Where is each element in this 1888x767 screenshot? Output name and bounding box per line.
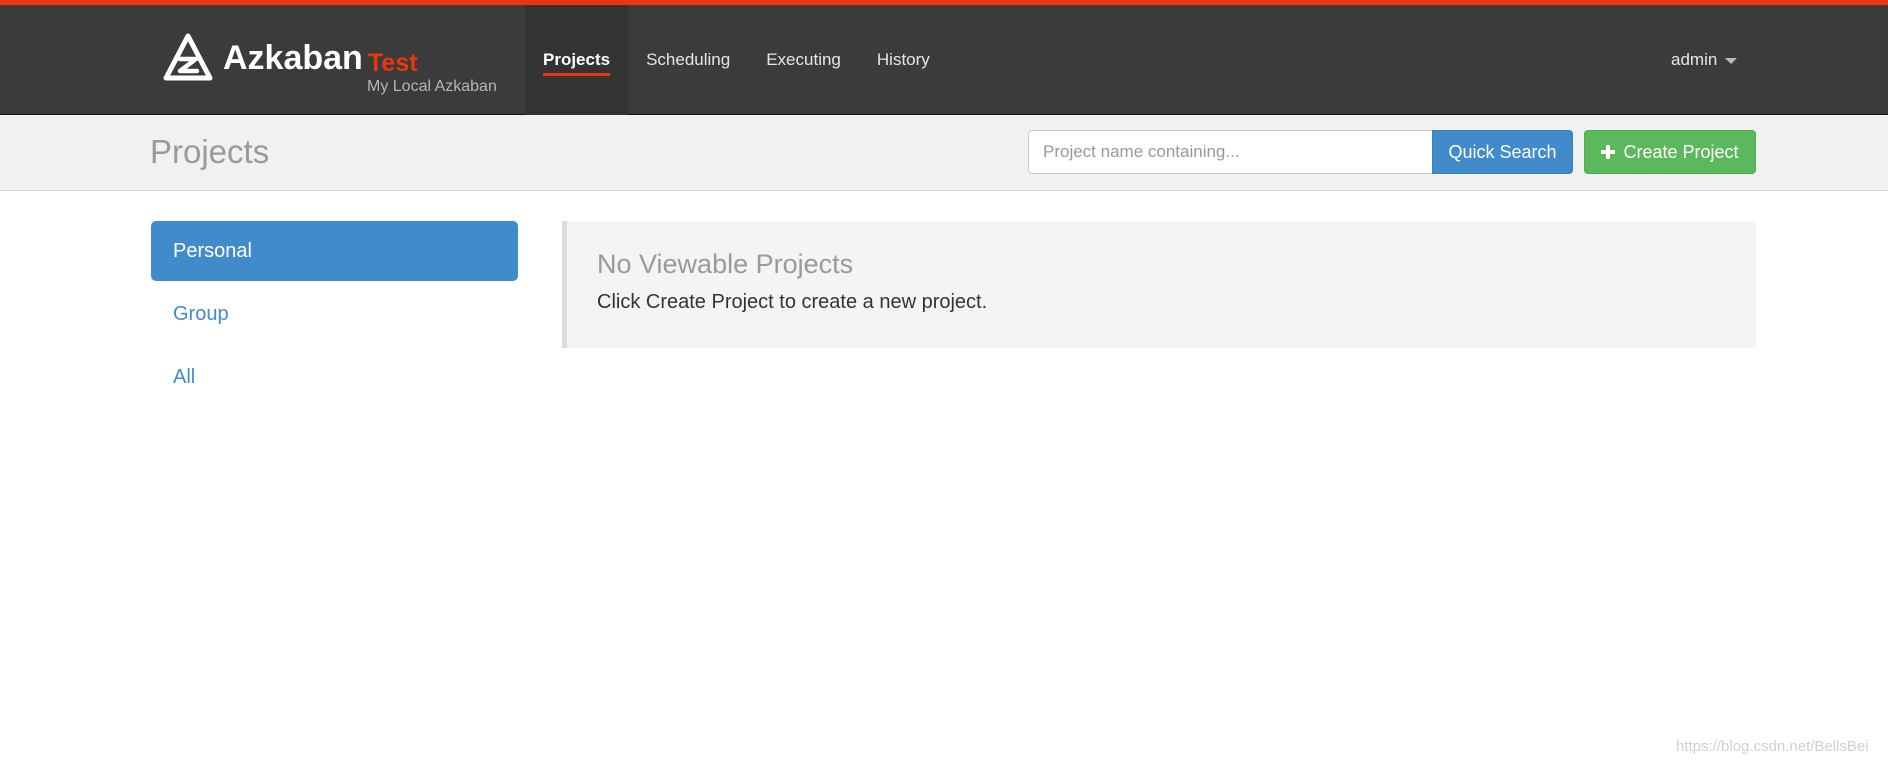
plus-icon <box>1601 145 1616 159</box>
brand-subtitle: My Local Azkaban <box>367 78 497 95</box>
brand-name: Azkaban <box>223 39 363 77</box>
empty-message: Click Create Project to create a new pro… <box>597 291 988 313</box>
azkaban-logo-icon <box>163 33 213 81</box>
nav-item-label: Scheduling <box>646 50 731 69</box>
empty-projects-panel: No Viewable Projects Click Create Projec… <box>562 221 1756 348</box>
empty-title: No Viewable Projects <box>597 249 854 279</box>
user-menu[interactable]: admin <box>1671 5 1738 115</box>
caret-down-icon <box>1725 58 1738 64</box>
sidebar-item-label: Personal <box>173 239 252 262</box>
watermark: https://blog.csdn.net/BellsBei <box>1676 738 1869 755</box>
create-project-label: Create Project <box>1623 141 1739 162</box>
nav-item-projects[interactable]: Projects <box>525 5 629 115</box>
sidebar-item-all[interactable]: All <box>151 347 518 407</box>
nav-item-scheduling[interactable]: Scheduling <box>628 5 748 115</box>
nav-item-executing[interactable]: Executing <box>748 5 859 115</box>
quick-search-button[interactable]: Quick Search <box>1432 130 1573 174</box>
page-header: Projects Quick Search Create Project <box>0 115 1888 191</box>
main-nav: Projects Scheduling Executing History <box>525 5 948 115</box>
sidebar-item-label: Group <box>173 302 229 325</box>
nav-item-label: Executing <box>766 50 841 69</box>
user-name: admin <box>1671 50 1718 69</box>
quick-search-label: Quick Search <box>1448 141 1557 162</box>
nav-item-label: Projects <box>543 50 611 69</box>
top-navbar: Azkaban Test My Local Azkaban Projects S… <box>0 0 1888 115</box>
nav-item-history[interactable]: History <box>859 5 948 115</box>
sidebar-item-label: All <box>173 365 196 388</box>
brand-environment: Test <box>368 49 418 77</box>
brand[interactable]: Azkaban Test My Local Azkaban <box>163 27 503 99</box>
search-input[interactable] <box>1028 130 1433 174</box>
nav-item-label: History <box>876 50 930 69</box>
active-indicator <box>543 73 611 76</box>
sidebar-item-group[interactable]: Group <box>151 284 518 344</box>
page-title: Projects <box>150 133 270 170</box>
sidebar-item-personal[interactable]: Personal <box>151 221 518 281</box>
create-project-button[interactable]: Create Project <box>1584 130 1756 174</box>
